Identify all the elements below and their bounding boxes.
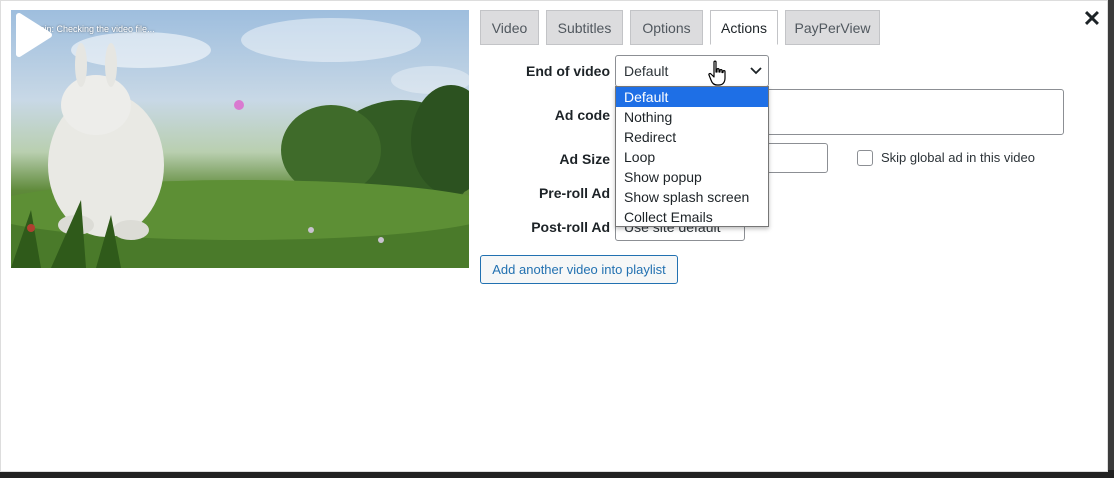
pre-roll-ad-label: Pre-roll Ad [538, 185, 610, 201]
video-preview[interactable]: Admin: Checking the video file... [11, 10, 469, 268]
play-icon[interactable] [11, 10, 55, 60]
end-of-video-value: Default [624, 63, 669, 79]
tab-payperview[interactable]: PayPerView [785, 10, 880, 45]
hand-cursor-icon [708, 60, 726, 86]
end-of-video-label: End of video [526, 63, 610, 79]
tab-actions[interactable]: Actions [710, 10, 778, 45]
tab-options[interactable]: Options [630, 10, 703, 45]
dropdown-option-show-popup[interactable]: Show popup [616, 167, 768, 187]
ad-code-label: Ad code [554, 107, 610, 123]
post-roll-ad-label: Post-roll Ad [531, 219, 610, 235]
video-settings-modal: ✕ Admin: Checking the video file... Vide… [0, 0, 1108, 472]
chevron-down-icon [750, 67, 762, 75]
dropdown-option-redirect[interactable]: Redirect [616, 127, 768, 147]
tab-subtitles[interactable]: Subtitles [546, 10, 623, 45]
close-icon[interactable]: ✕ [1081, 8, 1103, 31]
preview-scene [11, 18, 469, 268]
dropdown-option-collect-emails[interactable]: Collect Emails [616, 207, 768, 227]
dropdown-option-default[interactable]: Default [616, 87, 768, 107]
ad-size-label: Ad Size [559, 151, 610, 167]
tab-video[interactable]: Video [480, 10, 539, 45]
end-of-video-dropdown: Default Nothing Redirect Loop Show popup… [615, 86, 769, 227]
dropdown-option-nothing[interactable]: Nothing [616, 107, 768, 127]
skip-global-ad-checkbox[interactable] [857, 150, 873, 166]
add-video-button[interactable]: Add another video into playlist [480, 255, 678, 284]
dropdown-option-show-splash-screen[interactable]: Show splash screen [616, 187, 768, 207]
skip-global-ad-label: Skip global ad in this video [881, 150, 1035, 165]
dropdown-option-loop[interactable]: Loop [616, 147, 768, 167]
end-of-video-select[interactable]: Default [615, 55, 769, 87]
